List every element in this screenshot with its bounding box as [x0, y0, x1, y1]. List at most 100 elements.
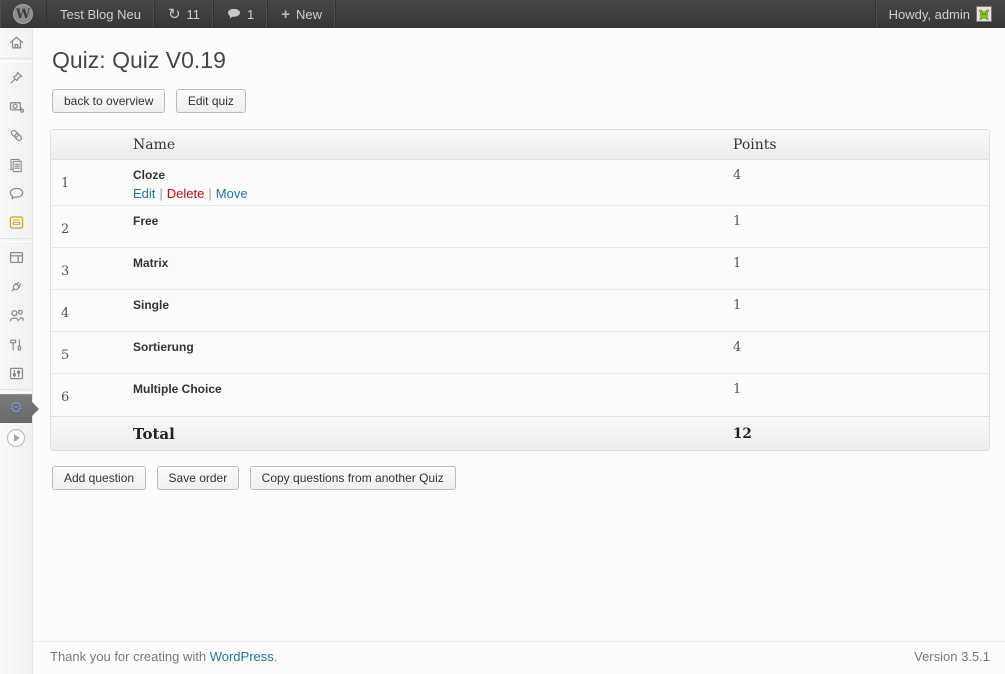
column-header-name: Name [123, 130, 723, 160]
new-content-menu[interactable]: + New [268, 0, 336, 28]
comment-icon [8, 185, 25, 202]
sidebar-item-settings[interactable] [0, 359, 32, 388]
pin-icon [8, 70, 24, 86]
question-name: Sortierung [133, 340, 713, 354]
gear-icon: ⚙ [9, 401, 23, 417]
admin-sidebar: ⚙ [0, 28, 33, 674]
question-name: Matrix [133, 256, 713, 270]
comments-menu[interactable]: 1 [214, 0, 268, 28]
sidebar-item-users[interactable] [0, 301, 32, 330]
add-question-button[interactable]: Add question [52, 466, 146, 490]
footer-version: Version 3.5.1 [914, 649, 990, 664]
comment-bubble-icon [227, 8, 241, 20]
active-item-arrow [32, 402, 39, 416]
table-row: 4 Single 1 [51, 290, 989, 332]
main-content: Quiz: Quiz V0.19 back to overview Edit q… [33, 28, 1005, 674]
question-points: 4 [723, 332, 989, 374]
wordpress-logo-icon: W [13, 4, 33, 24]
question-points: 1 [723, 374, 989, 416]
updates-menu[interactable]: ↻ 11 [155, 0, 214, 28]
table-total-row: Total 12 [51, 416, 989, 450]
tools-icon [8, 337, 24, 353]
table-row: 5 Sortierung 4 [51, 332, 989, 374]
refresh-icon: ↻ [168, 7, 181, 22]
page-title: Quiz: Quiz V0.19 [52, 47, 990, 74]
question-name: Free [133, 214, 713, 228]
pages-icon [8, 157, 24, 173]
sidebar-item-quiz-plugin[interactable] [0, 208, 32, 237]
row-number: 4 [51, 290, 123, 332]
table-header-row: Name Points [51, 130, 989, 160]
column-header-points: Points [723, 130, 989, 160]
save-order-button[interactable]: Save order [157, 466, 240, 490]
column-header-number [51, 130, 123, 160]
row-number: 6 [51, 374, 123, 416]
sidebar-item-quiz-active[interactable]: ⚙ [0, 394, 32, 423]
top-button-row: back to overview Edit quiz [52, 89, 990, 113]
question-points: 1 [723, 206, 989, 248]
total-points: 12 [723, 416, 989, 450]
home-icon [8, 34, 25, 51]
sidebar-separator [0, 238, 32, 242]
site-name-menu[interactable]: Test Blog Neu [47, 0, 155, 28]
row-actions: Edit|Delete|Move [133, 186, 713, 201]
plug-icon [8, 278, 25, 295]
sidebar-item-media[interactable] [0, 92, 32, 121]
edit-link[interactable]: Edit [133, 186, 155, 201]
sidebar-item-comments[interactable] [0, 179, 32, 208]
sidebar-item-posts[interactable] [0, 63, 32, 92]
howdy-label: Howdy, admin [889, 7, 970, 22]
table-row: 2 Free 1 [51, 206, 989, 248]
action-separator: | [159, 186, 162, 201]
question-name: Cloze [133, 168, 713, 182]
action-separator: | [208, 186, 211, 201]
wordpress-link[interactable]: WordPress [210, 649, 274, 664]
collapse-arrow-icon [7, 429, 25, 447]
users-icon [8, 307, 25, 324]
sidebar-item-dashboard[interactable] [0, 28, 32, 57]
layout-icon [8, 249, 25, 266]
row-number: 3 [51, 248, 123, 290]
row-number: 1 [51, 160, 123, 206]
sidebar-item-appearance[interactable] [0, 243, 32, 272]
table-row: 3 Matrix 1 [51, 248, 989, 290]
avatar [976, 6, 992, 22]
row-number: 2 [51, 206, 123, 248]
sidebar-item-tools[interactable] [0, 330, 32, 359]
comments-count: 1 [247, 7, 254, 22]
footer-thanks-text: Thank you for creating with [50, 649, 210, 664]
copy-questions-button[interactable]: Copy questions from another Quiz [250, 466, 456, 490]
total-label: Total [123, 416, 723, 450]
move-link[interactable]: Move [216, 186, 248, 201]
footer: Thank you for creating with WordPress. V… [33, 641, 1005, 674]
my-account-menu[interactable]: Howdy, admin [875, 0, 1005, 28]
question-name: Single [133, 298, 713, 312]
question-points: 1 [723, 290, 989, 332]
collapse-menu-button[interactable] [0, 423, 32, 452]
table-row: 1 Cloze Edit|Delete|Move 4 [51, 160, 989, 206]
site-name-label: Test Blog Neu [60, 7, 141, 22]
sidebar-separator [0, 389, 32, 393]
delete-link[interactable]: Delete [167, 186, 205, 201]
new-label: New [296, 7, 322, 22]
sidebar-item-plugins[interactable] [0, 272, 32, 301]
footer-thanks-period: . [274, 649, 278, 664]
questions-table: Name Points 1 Cloze Edit|Delete|Move 4 [50, 129, 990, 451]
question-name: Multiple Choice [133, 382, 713, 396]
edit-quiz-button[interactable]: Edit quiz [176, 89, 246, 113]
question-points: 1 [723, 248, 989, 290]
back-to-overview-button[interactable]: back to overview [52, 89, 165, 113]
question-points: 4 [723, 160, 989, 206]
bottom-button-row: Add question Save order Copy questions f… [52, 466, 990, 490]
plus-icon: + [281, 7, 290, 22]
camera-icon [8, 98, 25, 115]
sidebar-item-pages[interactable] [0, 150, 32, 179]
sidebar-item-links[interactable] [0, 121, 32, 150]
sliders-icon [8, 365, 25, 382]
admin-bar: W Test Blog Neu ↻ 11 1 + New Howdy, admi… [0, 0, 1005, 28]
wp-logo-menu[interactable]: W [0, 0, 47, 28]
quiz-plugin-icon [8, 214, 25, 231]
sidebar-separator [0, 58, 32, 62]
table-row: 6 Multiple Choice 1 [51, 374, 989, 416]
row-number: 5 [51, 332, 123, 374]
